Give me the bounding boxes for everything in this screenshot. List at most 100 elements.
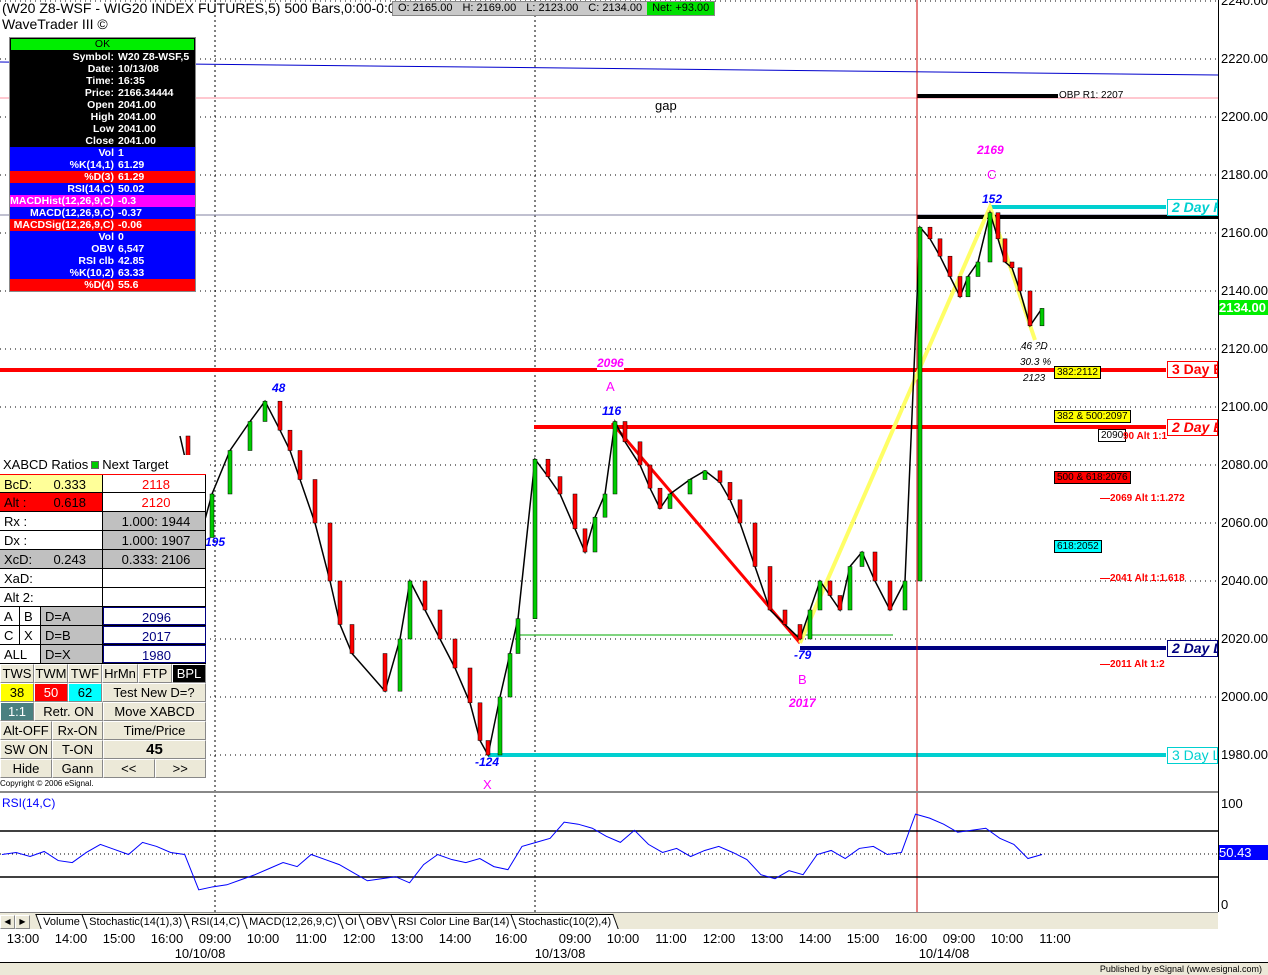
hide-button[interactable]: Hide (0, 759, 52, 778)
d-eq-a-label: D=A (41, 607, 103, 625)
price-tick: 2220.00 (1221, 51, 1268, 66)
indicator-tab[interactable]: Volume (35, 914, 88, 929)
time-price-button[interactable]: Time/Price (103, 721, 206, 740)
data-key: RSI(14,C) (67, 183, 114, 195)
candle (507, 653, 513, 698)
count-value: 45 (103, 740, 206, 759)
candle (497, 696, 503, 756)
indicator-tab[interactable]: Stochastic(10(2),4) (510, 914, 619, 929)
scroll-right-icon[interactable]: ▶ (15, 915, 30, 929)
time-tick: 10:00 (990, 931, 1024, 946)
data-value: 63.33 (118, 267, 145, 279)
rsi-tick-0: 0 (1221, 897, 1229, 912)
indicator-tab[interactable]: RSI Color Line Bar(14) (390, 914, 517, 929)
candle (657, 487, 663, 509)
data-key: MACDSig(12,26,9,C) (13, 219, 114, 231)
candle (1009, 261, 1015, 269)
time-tick: 12:00 (702, 931, 736, 946)
price-line (179, 209, 1043, 758)
data-key: Open (87, 99, 114, 111)
retr-on-button[interactable]: Retr. ON (34, 702, 103, 721)
point-c-button[interactable]: C (0, 626, 20, 644)
ftp-button[interactable]: FTP (138, 664, 172, 683)
2day-l-box: 2 Day L (1167, 640, 1218, 657)
candle (1017, 267, 1023, 292)
alt-off-button[interactable]: Alt-OFF (0, 721, 52, 740)
hrmn-button[interactable]: HrMn (102, 664, 138, 683)
last-price-label: 2134.00 (1219, 300, 1268, 315)
target-2090-box: 2090 (1098, 429, 1127, 442)
candle (327, 522, 333, 582)
candle (287, 429, 293, 451)
dx-label: Dx : (0, 531, 103, 549)
prev-button[interactable]: << (103, 759, 155, 778)
data-key: Close (85, 135, 114, 147)
twm-button[interactable]: TWM (34, 664, 68, 683)
data-row: Open 2041.00 (10, 99, 195, 111)
2day-high-box: 2 Day H (1167, 199, 1218, 216)
test-new-d-button[interactable]: Test New D=? (102, 683, 206, 702)
candle (827, 580, 833, 596)
ratio-1-1-button[interactable]: 1:1 (0, 702, 34, 721)
t-on-button[interactable]: T-ON (52, 740, 103, 759)
all-button[interactable]: ALL (0, 645, 41, 663)
indicator-tab[interactable]: Stochastic(14(1),3) (80, 914, 190, 929)
scroll-left-icon[interactable]: ◀ (0, 915, 15, 929)
data-value: 10/13/08 (118, 63, 159, 75)
rsi-line (1, 813, 1043, 891)
candle (349, 624, 355, 654)
candle (277, 400, 283, 431)
data-key: %D(3) (84, 171, 114, 183)
indicator-tab[interactable]: RSI(14,C) (182, 914, 248, 929)
sw-on-button[interactable]: SW ON (0, 740, 52, 759)
alt-1-1-label: 90 Alt 1:1 (1123, 431, 1168, 442)
indicator-tab[interactable]: MACD(12,26,9,C) (240, 914, 344, 929)
fib-62-button[interactable]: 62 (68, 683, 102, 702)
tws-button[interactable]: TWS (0, 664, 34, 683)
data-row: Vol 0 (10, 231, 195, 243)
point-b-button[interactable]: B (20, 607, 41, 625)
candle (532, 458, 538, 619)
candle (902, 580, 908, 611)
candle (687, 479, 693, 495)
time-tick: 13:00 (750, 931, 784, 946)
candle (995, 212, 1001, 240)
ok-button[interactable]: OK (11, 39, 194, 50)
price-tick: 2100.00 (1221, 399, 1268, 414)
net-change: Net: +93.00 (647, 2, 715, 15)
point-a-button[interactable]: A (0, 607, 20, 625)
candle (582, 528, 588, 553)
data-row: Close 2041.00 (10, 135, 195, 147)
move-xabcd-button[interactable]: Move XABCD (103, 702, 206, 721)
price-tick: 2080.00 (1221, 457, 1268, 472)
time-tick: 09:00 (198, 931, 232, 946)
data-row: RSI(14,C) 50.02 (10, 183, 195, 195)
swing-48: 48 (272, 381, 286, 395)
candle (209, 493, 215, 538)
candle (975, 261, 981, 277)
time-tick: 14:00 (438, 931, 472, 946)
data-key: Symbol: (72, 51, 114, 63)
tab-label: Stochastic(10(2),4) (518, 916, 612, 928)
price-tick: 1980.00 (1221, 747, 1268, 762)
a-label: A (606, 379, 615, 394)
candle (927, 226, 933, 240)
next-button[interactable]: >> (154, 759, 206, 778)
c-bars: 152 (982, 192, 1003, 206)
xad-label: XaD: (0, 569, 103, 587)
fib-50-button[interactable]: 50 (34, 683, 68, 702)
bpl-button[interactable]: BPL (172, 664, 206, 683)
candle (602, 493, 608, 518)
tab-label: RSI(14,C) (190, 916, 240, 928)
twf-button[interactable]: TWF (68, 664, 102, 683)
fib-38-button[interactable]: 38 (0, 683, 34, 702)
candle (947, 255, 953, 277)
price-tick: 2020.00 (1221, 631, 1268, 646)
time-tick: 16:00 (494, 931, 528, 946)
rx-on-button[interactable]: Rx-ON (52, 721, 103, 740)
gann-button[interactable]: Gann (52, 759, 103, 778)
price-axis[interactable]: 2240.00 2220.00 2200.00 2180.00 2160.00 2140.… (1218, 0, 1268, 912)
low-value: L: 2123.00 (526, 2, 579, 14)
data-value: 16:35 (118, 75, 145, 87)
point-x-button[interactable]: X (20, 626, 41, 644)
